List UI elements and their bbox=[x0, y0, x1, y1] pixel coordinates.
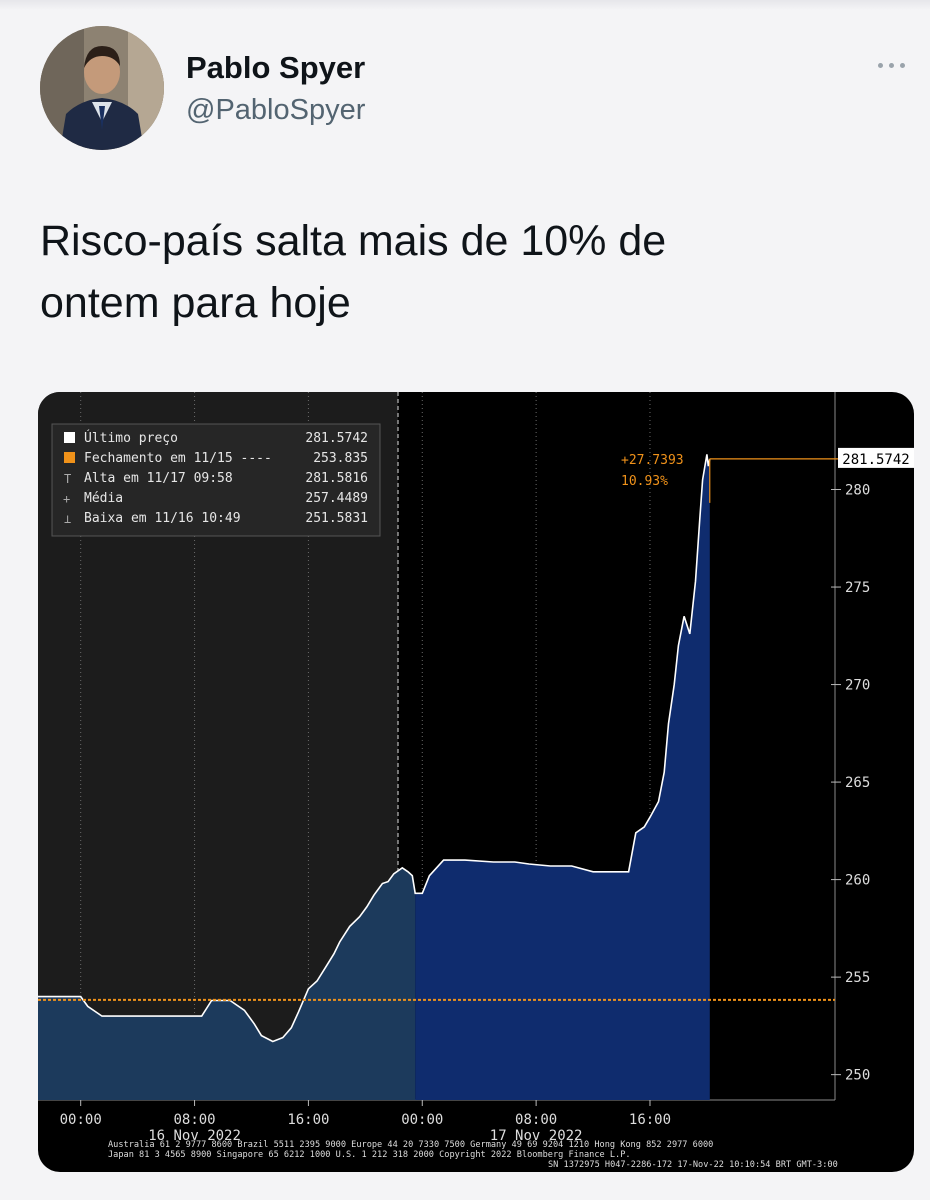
x-tick-label: 16:00 bbox=[287, 1112, 329, 1128]
x-tick-label: 00:00 bbox=[401, 1112, 443, 1128]
y-tick-label: 250 bbox=[845, 1068, 870, 1084]
legend-row-label: Média bbox=[84, 491, 123, 506]
x-tick-label: 08:00 bbox=[173, 1112, 215, 1128]
dot-icon bbox=[888, 62, 894, 68]
legend-row-label: Baixa em 11/16 10:49 bbox=[84, 511, 241, 526]
y-tick-label: 280 bbox=[845, 483, 870, 499]
footer-serial-line: SN 1372975 H047-2286-172 17-Nov-22 10:10… bbox=[548, 1160, 838, 1170]
x-tick-label: 08:00 bbox=[515, 1112, 557, 1128]
x-tick-label: 16:00 bbox=[629, 1112, 671, 1128]
y-tick-label: 260 bbox=[845, 873, 870, 889]
legend-swatch-last bbox=[64, 432, 75, 443]
legend-row-value: 253.835 bbox=[313, 451, 368, 466]
legend-high-icon: T bbox=[64, 472, 71, 486]
tweet-text: Risco-país salta mais de 10% de ontem pa… bbox=[40, 210, 880, 334]
legend-row-label: Último preço bbox=[84, 430, 178, 446]
change-annotation: +27.7393 bbox=[621, 453, 684, 468]
y-tick-label: 275 bbox=[845, 580, 870, 596]
legend: T + ⊥ Último preço 281.5742 Fechamento em … bbox=[51, 423, 381, 537]
legend-row-value: 251.5831 bbox=[305, 511, 368, 526]
x-tick-label: 00:00 bbox=[60, 1112, 102, 1128]
footer-contacts-line: Australia 61 2 9777 8600 Brazil 5511 239… bbox=[108, 1140, 713, 1150]
author-name[interactable]: Pablo Spyer bbox=[186, 50, 365, 86]
y-tick-label: 265 bbox=[845, 775, 870, 791]
legend-row-value: 281.5816 bbox=[305, 471, 368, 486]
y-tick-label: 270 bbox=[845, 678, 870, 694]
avatar-photo bbox=[40, 26, 164, 150]
legend-row-label: Fechamento em 11/15 ---- bbox=[84, 451, 272, 466]
legend-row-value: 257.4489 bbox=[305, 491, 368, 506]
svg-text:281.5742: 281.5742 bbox=[842, 452, 909, 468]
footer-contacts-line: Japan 81 3 4565 8900 Singapore 65 6212 1… bbox=[108, 1150, 631, 1160]
bloomberg-footer: Australia 61 2 9777 8600 Brazil 5511 239… bbox=[108, 1140, 838, 1170]
top-fade bbox=[0, 0, 930, 10]
x-axis-ticks: 00:00 08:00 16:00 00:00 08:00 16:0016 Nov 202… bbox=[60, 1100, 671, 1144]
price-chart: 250 255 260 265 270 275 280 00:00 08:00 16:00 00:… bbox=[38, 392, 914, 1170]
dot-icon bbox=[877, 62, 883, 68]
y-tick-label: 255 bbox=[845, 970, 870, 986]
legend-swatch-close bbox=[64, 452, 75, 463]
last-price-tag: 281.5742 bbox=[838, 447, 914, 468]
author-handle[interactable]: @PabloSpyer bbox=[186, 94, 365, 127]
tweet-text-line: ontem para hoje bbox=[40, 279, 351, 327]
more-options-button[interactable] bbox=[866, 52, 916, 78]
percent-annotation: 10.93% bbox=[621, 474, 668, 489]
tweet-card: Pablo Spyer @PabloSpyer Risco-país salta… bbox=[0, 0, 930, 1200]
legend-low-icon: ⊥ bbox=[64, 512, 71, 526]
legend-row-label: Alta em 11/17 09:58 bbox=[84, 471, 233, 486]
tweet-media-image[interactable]: 250 255 260 265 270 275 280 00:00 08:00 16:00 00:… bbox=[38, 392, 914, 1172]
legend-row-value: 281.5742 bbox=[305, 431, 368, 446]
avatar[interactable] bbox=[40, 26, 164, 150]
y-axis-ticks: 250 255 260 265 270 275 280 bbox=[831, 483, 870, 1084]
legend-mean-icon: + bbox=[63, 492, 70, 506]
tweet-text-line: Risco-país salta mais de 10% de bbox=[40, 217, 667, 265]
dot-icon bbox=[899, 62, 905, 68]
